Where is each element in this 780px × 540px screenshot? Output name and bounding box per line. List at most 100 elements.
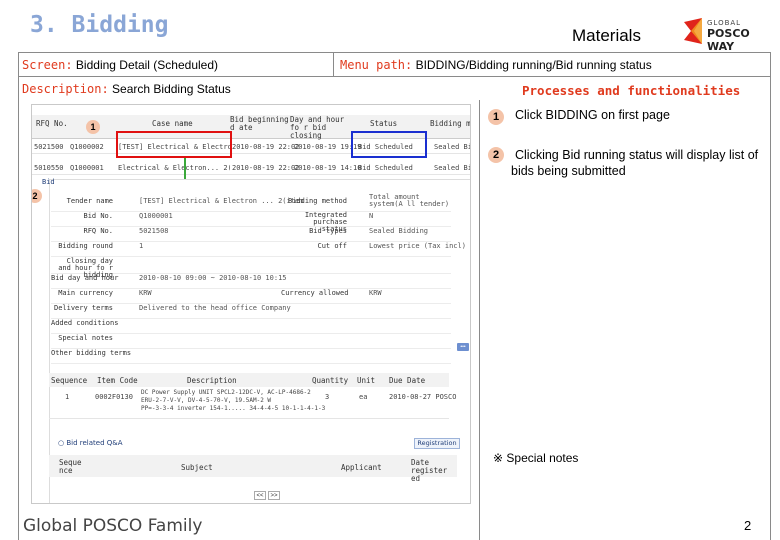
process-step-num: 2 [488,147,504,163]
detail-rows: Tender name [TEST] Electrical & Electron… [51,194,466,367]
row-status: Bid Scheduled [358,164,413,172]
detail-label-2: Currency allowed [281,289,349,297]
item-header-code: Item Code [97,376,138,385]
detail-row: Special notes [51,334,451,349]
item-header-due: Due Date [389,376,426,385]
posco-logo-mark-icon [684,18,702,44]
slide-title: 3. Bidding [30,12,169,38]
case-name-highlight [116,131,232,158]
grid-header-method: Bidding m [430,119,471,128]
row-case[interactable]: Electrical & Electron... 2(1) [118,164,230,172]
item-header-desc: Description [187,376,237,385]
step-badge-2: 2 [32,189,42,203]
grid-header-begin: Bid beginning d ate [230,115,289,132]
process-step-text: Clicking Bid running status will display… [511,148,759,178]
detail-row: Added conditions [51,319,451,334]
detail-row: Other bidding terms [51,349,451,364]
menu-value: BIDDING/Bidding running/Bid running stat… [415,58,652,72]
screen-value: Bidding Detail (Scheduled) [75,58,219,72]
item-seq: 1 [65,393,70,401]
row-bid: Q1000002 [70,143,104,151]
qna-header-applicant: Applicant [341,463,382,472]
detail-label: Bid No. [83,212,113,220]
detail-row: Tender name [TEST] Electrical & Electron… [51,194,451,212]
status-grid-row[interactable]: 5010550 Q1000001 Electrical & Electron..… [32,160,471,175]
detail-value-2: Sealed Bidding [369,227,429,235]
right-border [770,52,771,540]
detail-row: Bid No. Q1000001 Integrated purchase sta… [51,212,451,233]
screen-label: Screen: [22,58,73,72]
detail-label: Delivery terms [53,304,113,312]
content-divider [479,100,480,540]
item-qty: 3 [325,393,330,401]
row-begin: 2010-08-19 22:02 [232,143,300,151]
item-desc-line: PP=-3-3-4 inverter 154-1..... 34-4-4-5 1… [141,405,326,412]
posco-logo: GLOBAL POSCO WAY [682,16,772,53]
row-bid: Q1000001 [70,164,104,172]
page-number: 2 [744,518,752,533]
detail-value: 5021508 [139,227,169,235]
registration-button[interactable]: Registration [414,438,460,449]
row-close: 2010-08-19 14:10 [294,164,362,172]
pager-prev-button[interactable]: << [254,491,266,500]
detail-value: Q1000001 [139,212,173,220]
left-border [18,52,19,540]
item-row: 1 0002F0130 DC Power Supply UNIT SPCL2-1… [49,389,456,419]
item-due: 2010-08-27 POSCO [389,393,457,401]
row-rfq: 5010550 [34,164,64,172]
item-unit: ea [359,393,368,401]
menu-label: Menu path: [340,58,413,72]
detail-value-2: Lowest price (Tax incl) [369,242,466,250]
detail-label: Special notes [58,334,113,342]
detail-row: RFQ No. 5021508 Bid types Sealed Bidding [51,227,451,242]
qna-title: ○ Bid related Q&A [58,439,123,447]
popup-marker: Bid [42,178,55,186]
detail-value: [TEST] Electrical & Electron ... 2(item [139,197,304,205]
detail-label: Tender name [66,197,113,205]
detail-label: Bid day and hour [51,274,119,282]
item-desc-line: ERU-2-7-V-V, DV-4-5-70-V, 19.5AM-2 W [141,397,272,404]
row-method: Sealed Bi [434,164,471,172]
item-code: 0002F0130 [95,393,133,401]
logo-small-text: GLOBAL [707,19,742,27]
screenshot-panel: RFQ No. Case name Bid beginning d ate Da… [31,104,471,504]
detail-label: Main currency [58,289,113,297]
row-rfq: 5021500 [34,143,64,151]
process-step-num: 1 [488,109,504,125]
footer-brand: Global POSCO Family [23,516,203,536]
qna-title-text: Bid related Q&A [66,439,123,447]
section-label: Materials [572,26,641,45]
detail-row: Delivery terms Delivered to the head off… [51,304,451,319]
detail-label: Bidding round [58,242,113,250]
detail-value: 1 [139,242,144,250]
detail-label-2: Bid types [309,227,347,235]
qna-header-seq: Seque nce [59,458,82,475]
description-value: Search Bidding Status [112,82,231,96]
detail-label: Other bidding terms [51,349,132,357]
grid-header-status: Status [370,119,398,128]
grid-header-case: Case name [152,119,193,128]
grid-header-close: Day and hour fo r bid closing [290,115,345,140]
detail-label: Added conditions [51,319,119,327]
process-step-text: Click BIDDING on first page [515,108,670,122]
qna-header-date: Date register ed [411,458,448,483]
screen-meta: Screen: Bidding Detail (Scheduled) [22,58,218,72]
description-label: Description: [22,82,109,96]
pager-next-button[interactable]: >> [268,491,280,500]
row-begin: 2010-08-19 22:02 [232,164,300,172]
item-header-unit: Unit [357,376,376,385]
grid-header-rfq: RFQ No. [36,119,68,128]
qna-header-subject: Subject [181,463,213,472]
detail-row: Bidding round 1 Cut off Lowest price (Ta… [51,242,466,257]
expand-button[interactable]: ••• [457,343,469,351]
meta-rule [18,76,770,77]
qna-table-header: Seque nce Subject Applicant Date registe… [49,455,457,483]
processes-title: Processes and functionalities [522,83,741,98]
row-method: Sealed Bi [434,143,471,151]
meta-divider [333,52,334,76]
detail-value: KRW [139,289,152,297]
detail-label-2: Cut off [317,242,347,250]
detail-value-2: KRW [369,289,382,297]
menu-path-meta: Menu path: BIDDING/Bidding running/Bid r… [340,58,652,72]
detail-value-2: N [369,212,374,220]
